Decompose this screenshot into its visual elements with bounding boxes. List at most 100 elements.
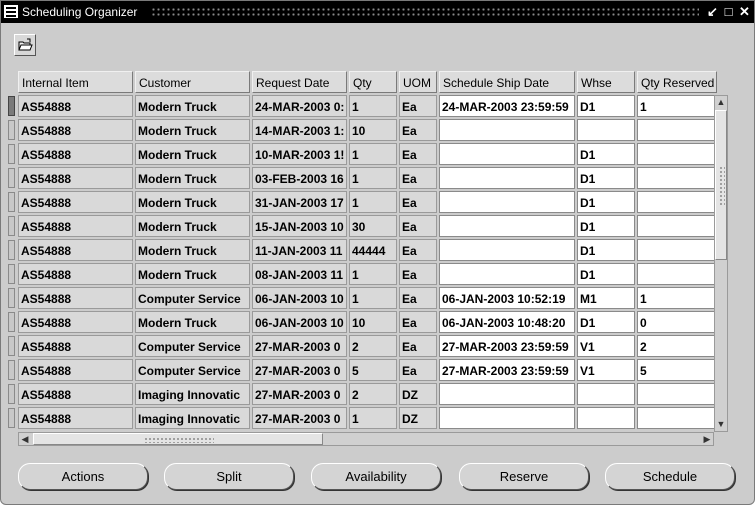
cell-internal-item[interactable]: AS54888 bbox=[18, 287, 133, 309]
cell-internal-item[interactable]: AS54888 bbox=[18, 335, 133, 357]
cell-schedule-ship-date[interactable] bbox=[439, 215, 575, 237]
cell-customer[interactable]: Modern Truck bbox=[135, 143, 250, 165]
header-col-whse[interactable]: Whse bbox=[577, 71, 635, 93]
row-selector[interactable] bbox=[8, 408, 15, 428]
cell-schedule-ship-date[interactable] bbox=[439, 263, 575, 285]
cell-schedule-ship-date[interactable]: 27-MAR-2003 23:59:59 bbox=[439, 359, 575, 381]
row-selector[interactable] bbox=[8, 264, 15, 284]
table-row[interactable]: AS54888 Imaging Innovatic 27-MAR-2003 0 2 DZ bbox=[8, 383, 720, 405]
cell-qty-reserved[interactable]: 1 bbox=[637, 95, 717, 117]
cell-schedule-ship-date[interactable] bbox=[439, 407, 575, 429]
cell-qty[interactable]: 10 bbox=[349, 119, 397, 141]
cell-qty[interactable]: 1 bbox=[349, 263, 397, 285]
cell-uom[interactable]: Ea bbox=[399, 311, 437, 333]
cell-uom[interactable]: Ea bbox=[399, 335, 437, 357]
cell-customer[interactable]: Modern Truck bbox=[135, 263, 250, 285]
cell-request-date[interactable]: 08-JAN-2003 11 bbox=[252, 263, 347, 285]
table-row[interactable]: AS54888 Modern Truck 14-MAR-2003 1: 10 Ea bbox=[8, 119, 720, 141]
row-selector[interactable] bbox=[8, 360, 15, 380]
cell-internal-item[interactable]: AS54888 bbox=[18, 191, 133, 213]
vertical-scroll-thumb[interactable] bbox=[715, 110, 727, 260]
table-row[interactable]: AS54888 Modern Truck 06-JAN-2003 10 10 Ea 06-… bbox=[8, 311, 720, 333]
cell-schedule-ship-date[interactable] bbox=[439, 239, 575, 261]
cell-qty-reserved[interactable]: 1 bbox=[637, 287, 717, 309]
header-col-customer[interactable]: Customer bbox=[135, 71, 250, 93]
cell-request-date[interactable]: 06-JAN-2003 10 bbox=[252, 311, 347, 333]
cell-internal-item[interactable]: AS54888 bbox=[18, 119, 133, 141]
row-selector[interactable] bbox=[8, 384, 15, 404]
scroll-down-icon[interactable]: ▼ bbox=[715, 418, 727, 430]
cell-internal-item[interactable]: AS54888 bbox=[18, 263, 133, 285]
cell-whse[interactable] bbox=[577, 407, 635, 429]
cell-schedule-ship-date[interactable] bbox=[439, 383, 575, 405]
cell-qty-reserved[interactable]: 0 bbox=[637, 311, 717, 333]
cell-qty-reserved[interactable] bbox=[637, 143, 717, 165]
open-folder-button[interactable] bbox=[14, 34, 36, 56]
cell-qty-reserved[interactable] bbox=[637, 191, 717, 213]
horizontal-scroll-thumb[interactable] bbox=[33, 433, 323, 445]
cell-qty-reserved[interactable] bbox=[637, 119, 717, 141]
cell-whse[interactable]: M1 bbox=[577, 287, 635, 309]
cell-internal-item[interactable]: AS54888 bbox=[18, 95, 133, 117]
header-col-internal-item[interactable]: Internal Item bbox=[18, 71, 133, 93]
cell-whse[interactable]: D1 bbox=[577, 167, 635, 189]
header-col-schedule-ship-date[interactable]: Schedule Ship Date bbox=[439, 71, 575, 93]
row-selector[interactable] bbox=[8, 96, 15, 116]
header-col-uom[interactable]: UOM bbox=[399, 71, 437, 93]
cell-uom[interactable]: Ea bbox=[399, 359, 437, 381]
cell-request-date[interactable]: 27-MAR-2003 0 bbox=[252, 383, 347, 405]
cell-qty-reserved[interactable] bbox=[637, 263, 717, 285]
header-col-qty[interactable]: Qty bbox=[349, 71, 397, 93]
table-row[interactable]: AS54888 Modern Truck 08-JAN-2003 11 1 Ea D1 bbox=[8, 263, 720, 285]
cell-qty-reserved[interactable] bbox=[637, 239, 717, 261]
header-col-request-date[interactable]: Request Date bbox=[252, 71, 347, 93]
cell-customer[interactable]: Modern Truck bbox=[135, 239, 250, 261]
cell-whse[interactable]: D1 bbox=[577, 191, 635, 213]
cell-schedule-ship-date[interactable] bbox=[439, 191, 575, 213]
cell-qty[interactable]: 1 bbox=[349, 407, 397, 429]
cell-qty-reserved[interactable] bbox=[637, 383, 717, 405]
cell-request-date[interactable]: 11-JAN-2003 11 bbox=[252, 239, 347, 261]
cell-request-date[interactable]: 06-JAN-2003 10 bbox=[252, 287, 347, 309]
cell-customer[interactable]: Modern Truck bbox=[135, 95, 250, 117]
row-selector[interactable] bbox=[8, 336, 15, 356]
cell-uom[interactable]: Ea bbox=[399, 215, 437, 237]
cell-qty-reserved[interactable] bbox=[637, 215, 717, 237]
minimize-icon[interactable]: ↙ bbox=[705, 4, 720, 20]
cell-customer[interactable]: Modern Truck bbox=[135, 167, 250, 189]
cell-whse[interactable]: D1 bbox=[577, 215, 635, 237]
header-col-qty-reserved[interactable]: Qty Reserved bbox=[637, 71, 717, 93]
cell-internal-item[interactable]: AS54888 bbox=[18, 407, 133, 429]
cell-whse[interactable]: V1 bbox=[577, 359, 635, 381]
cell-qty[interactable]: 2 bbox=[349, 335, 397, 357]
table-row[interactable]: AS54888 Modern Truck 15-JAN-2003 10 30 Ea D1 bbox=[8, 215, 720, 237]
cell-customer[interactable]: Imaging Innovatic bbox=[135, 383, 250, 405]
cell-qty[interactable]: 5 bbox=[349, 359, 397, 381]
cell-schedule-ship-date[interactable] bbox=[439, 143, 575, 165]
row-selector[interactable] bbox=[8, 120, 15, 140]
table-row[interactable]: AS54888 Computer Service 06-JAN-2003 10 1 Ea… bbox=[8, 287, 720, 309]
cell-qty[interactable]: 2 bbox=[349, 383, 397, 405]
cell-qty-reserved[interactable]: 2 bbox=[637, 335, 717, 357]
cell-uom[interactable]: Ea bbox=[399, 95, 437, 117]
table-row[interactable]: AS54888 Modern Truck 24-MAR-2003 0: 1 Ea 24-M… bbox=[8, 95, 720, 117]
cell-uom[interactable]: DZ bbox=[399, 407, 437, 429]
cell-request-date[interactable]: 15-JAN-2003 10 bbox=[252, 215, 347, 237]
cell-qty[interactable]: 1 bbox=[349, 191, 397, 213]
cell-whse[interactable]: D1 bbox=[577, 311, 635, 333]
cell-customer[interactable]: Computer Service bbox=[135, 287, 250, 309]
cell-customer[interactable]: Computer Service bbox=[135, 335, 250, 357]
cell-whse[interactable]: V1 bbox=[577, 335, 635, 357]
cell-internal-item[interactable]: AS54888 bbox=[18, 215, 133, 237]
table-row[interactable]: AS54888 Modern Truck 11-JAN-2003 11 44444 Ea… bbox=[8, 239, 720, 261]
cell-uom[interactable]: DZ bbox=[399, 383, 437, 405]
cell-qty[interactable]: 30 bbox=[349, 215, 397, 237]
cell-whse[interactable]: D1 bbox=[577, 143, 635, 165]
row-selector[interactable] bbox=[8, 288, 15, 308]
cell-request-date[interactable]: 27-MAR-2003 0 bbox=[252, 335, 347, 357]
cell-qty[interactable]: 44444 bbox=[349, 239, 397, 261]
cell-whse[interactable] bbox=[577, 383, 635, 405]
cell-whse[interactable]: D1 bbox=[577, 263, 635, 285]
cell-uom[interactable]: Ea bbox=[399, 287, 437, 309]
cell-request-date[interactable]: 14-MAR-2003 1: bbox=[252, 119, 347, 141]
